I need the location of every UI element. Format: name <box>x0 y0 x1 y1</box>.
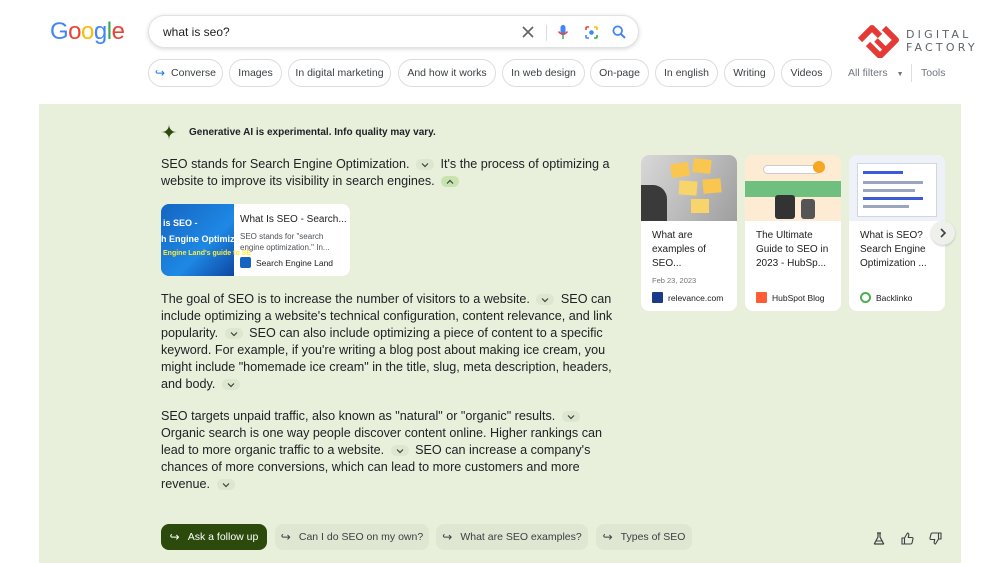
digital-factory-logo: DIGITAL FACTORY <box>856 22 978 62</box>
result-card-1[interactable]: What are examples of SEO... Feb 23, 2023… <box>641 155 737 311</box>
search-divider <box>546 25 547 41</box>
ai-sentence: The goal of SEO is to increase the numbe… <box>161 292 530 306</box>
chip-label: On-page <box>599 67 640 79</box>
followup-label: Types of SEO <box>620 531 686 543</box>
chip-label: In web design <box>511 67 576 79</box>
expand-source-chevron-icon[interactable] <box>536 294 555 306</box>
dropdown-caret-icon: ▼ <box>896 71 904 78</box>
next-cards-button[interactable] <box>931 221 955 245</box>
source-thumbnail: is SEO - h Engine Optimizati Engine Land… <box>161 204 251 276</box>
source-title[interactable]: What Is SEO - Search... <box>240 214 347 225</box>
expand-source-chevron-icon[interactable] <box>224 328 243 340</box>
ai-paragraph-2: The goal of SEO is to increase the numbe… <box>161 291 616 393</box>
result-card-site: HubSpot Blog <box>756 292 824 303</box>
chip-label: In english <box>664 67 709 79</box>
chip-on-page[interactable]: On-page <box>590 59 649 87</box>
chip-converse[interactable]: ↪ Converse <box>148 59 223 87</box>
chip-images[interactable]: Images <box>229 59 282 87</box>
all-filters-label: All filters <box>848 67 888 79</box>
search-box[interactable]: what is seo? <box>148 15 639 48</box>
gemini-sparkle-icon <box>161 124 177 140</box>
clear-icon[interactable] <box>519 23 537 41</box>
search-input[interactable]: what is seo? <box>163 25 230 39</box>
ask-follow-up-label: Ask a follow up <box>187 531 259 543</box>
chip-how-it-works[interactable]: And how it works <box>398 59 496 87</box>
follow-arrow-icon: ↪ <box>169 530 180 544</box>
search-engine-land-favicon-icon <box>240 257 251 268</box>
tools-button[interactable]: Tools <box>921 67 946 79</box>
ai-paragraph-1: SEO stands for Search Engine Optimizatio… <box>161 156 616 190</box>
collapse-source-chevron-icon[interactable] <box>441 176 460 188</box>
followup-label: Can I do SEO on my own? <box>298 531 424 543</box>
ai-paragraph-3: SEO targets unpaid traffic, also known a… <box>161 408 616 493</box>
search-icon[interactable] <box>610 23 628 41</box>
ask-follow-up-button[interactable]: ↪ Ask a follow up <box>161 524 267 550</box>
followup-chip-types[interactable]: ↪ Types of SEO <box>596 524 692 550</box>
labs-flask-icon[interactable] <box>872 531 886 545</box>
chip-in-english[interactable]: In english <box>655 59 718 87</box>
google-logo[interactable]: Google <box>50 18 125 46</box>
follow-arrow-icon: ↪ <box>442 530 453 544</box>
chip-digital-marketing[interactable]: In digital marketing <box>288 59 391 87</box>
relevance-favicon-icon <box>652 292 663 303</box>
thumbs-up-icon[interactable] <box>900 531 914 545</box>
ai-notice-text: Generative AI is experimental. Info qual… <box>189 126 436 138</box>
result-card-title[interactable]: The Ultimate Guide to SEO in 2023 - HubS… <box>756 229 836 271</box>
chip-writing[interactable]: Writing <box>724 59 775 87</box>
ai-sentence: SEO stands for Search Engine Optimizatio… <box>161 157 410 171</box>
thumbnail-text: h Engine Optimizati <box>161 234 246 244</box>
result-card-site-name: relevance.com <box>668 292 724 303</box>
result-card-site: relevance.com <box>652 292 723 303</box>
ai-overview-panel: Generative AI is experimental. Info qual… <box>39 104 961 563</box>
chip-label: Images <box>238 67 273 79</box>
followup-chip-own[interactable]: ↪ Can I do SEO on my own? <box>275 524 429 550</box>
result-card-2[interactable]: The Ultimate Guide to SEO in 2023 - HubS… <box>745 155 841 311</box>
follow-arrow-icon: ↪ <box>154 66 166 80</box>
chip-label: Writing <box>733 67 766 79</box>
backlinko-thumbnail <box>849 155 945 221</box>
result-card-title[interactable]: What is SEO? Search Engine Optimization … <box>860 229 940 271</box>
all-filters-button[interactable]: All filters ▼ <box>848 67 904 79</box>
expand-source-chevron-icon[interactable] <box>561 411 580 423</box>
thumbnail-text: Engine Land's guide to SE <box>163 250 252 257</box>
thumbs-down-icon[interactable] <box>928 531 942 545</box>
chip-label: Videos <box>790 67 823 79</box>
chip-videos[interactable]: Videos <box>781 59 832 87</box>
follow-arrow-icon: ↪ <box>280 530 291 544</box>
result-card-site: Backlinko <box>860 292 912 303</box>
source-site-name: Search Engine Land <box>256 257 334 268</box>
chip-label: And how it works <box>407 67 487 79</box>
follow-arrow-icon: ↪ <box>602 530 613 544</box>
microphone-icon[interactable] <box>554 23 572 41</box>
chip-web-design[interactable]: In web design <box>502 59 585 87</box>
result-card-title[interactable]: What are examples of SEO... <box>652 229 732 271</box>
expand-source-chevron-icon[interactable] <box>216 479 235 491</box>
source-site: Search Engine Land <box>240 257 333 268</box>
source-card[interactable]: is SEO - h Engine Optimizati Engine Land… <box>161 204 350 276</box>
ai-sentence: SEO targets unpaid traffic, also known a… <box>161 409 556 423</box>
ai-notice: Generative AI is experimental. Info qual… <box>161 124 436 140</box>
result-card-date: Feb 23, 2023 <box>652 276 697 285</box>
brand-line-1: DIGITAL <box>906 28 972 41</box>
filter-divider <box>911 64 912 82</box>
chip-label: In digital marketing <box>295 67 384 79</box>
result-card-site-name: Backlinko <box>876 292 913 303</box>
expand-source-chevron-icon[interactable] <box>416 159 434 171</box>
result-card-site-name: HubSpot Blog <box>772 292 825 303</box>
followup-chip-examples[interactable]: ↪ What are SEO examples? <box>436 524 588 550</box>
source-snippet: SEO stands for "search engine optimizati… <box>240 232 330 252</box>
chevron-right-icon <box>940 228 947 238</box>
hubspot-thumbnail <box>745 155 841 221</box>
lens-icon[interactable] <box>582 23 600 41</box>
chip-label: Converse <box>171 67 216 79</box>
sticky-notes-thumbnail <box>641 155 737 221</box>
brand-line-2: FACTORY <box>906 41 978 54</box>
expand-source-chevron-icon[interactable] <box>390 445 409 457</box>
hubspot-favicon-icon <box>756 292 767 303</box>
followup-label: What are SEO examples? <box>460 531 582 543</box>
search-results-page: Google what is seo? DIGITAL FACTORY ↪ Co… <box>0 0 1000 563</box>
expand-source-chevron-icon[interactable] <box>221 379 240 391</box>
thumbnail-text: is SEO - <box>163 218 198 228</box>
backlinko-favicon-icon <box>860 292 871 303</box>
